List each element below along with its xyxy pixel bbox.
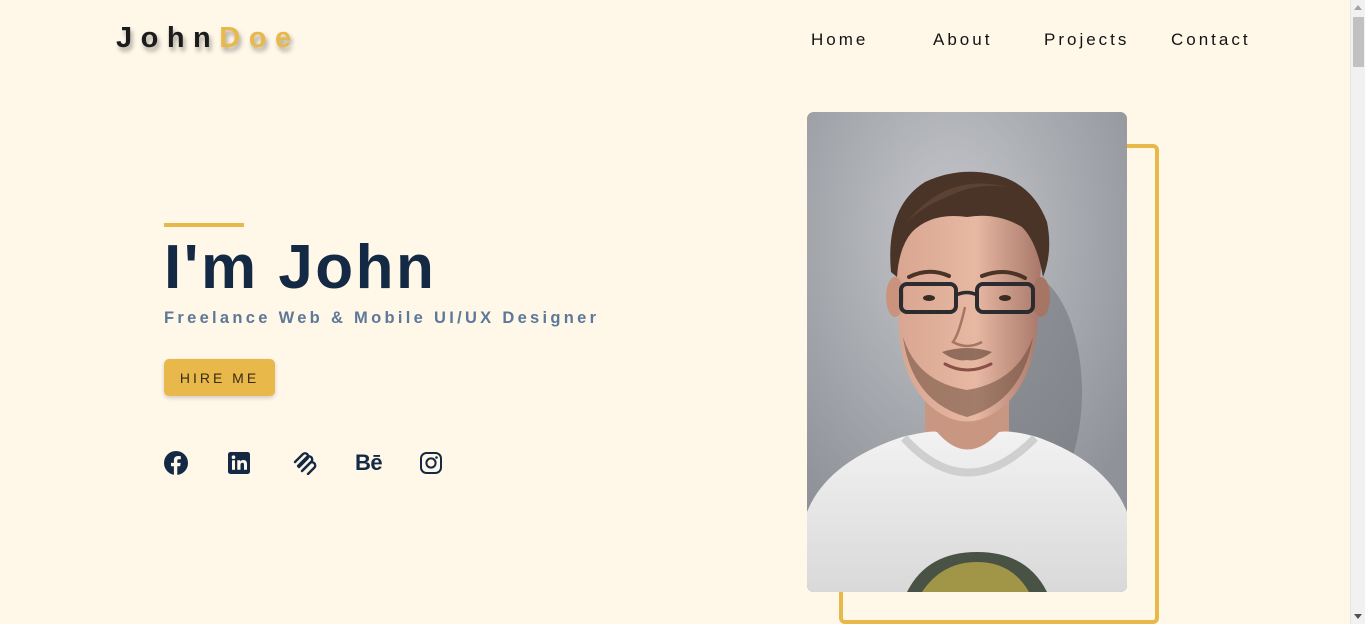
main-nav: Home About Projects Contact: [0, 30, 1350, 52]
hire-me-button[interactable]: HIRE ME: [164, 359, 275, 396]
social-links: Bē: [164, 450, 454, 476]
scroll-thumb[interactable]: [1353, 17, 1364, 67]
nav-home[interactable]: Home: [811, 30, 868, 50]
hero-title: I'm John: [164, 233, 437, 302]
scroll-down-arrow-icon[interactable]: [1354, 614, 1362, 619]
linkedin-link[interactable]: [228, 450, 250, 476]
hero-accent-bar: [164, 223, 244, 227]
behance-link[interactable]: Bē: [355, 450, 383, 476]
squarespace-icon: [293, 452, 317, 475]
nav-contact[interactable]: Contact: [1171, 30, 1251, 50]
facebook-link[interactable]: [164, 450, 188, 476]
facebook-icon: [164, 451, 188, 475]
profile-photo: [807, 112, 1127, 592]
nav-about[interactable]: About: [933, 30, 992, 50]
instagram-icon: [420, 452, 442, 474]
hero-subtitle: Freelance Web & Mobile UI/UX Designer: [164, 309, 600, 327]
behance-icon: Bē: [355, 450, 383, 475]
instagram-link[interactable]: [420, 450, 442, 476]
page-scrollbar[interactable]: [1350, 0, 1365, 624]
nav-projects[interactable]: Projects: [1044, 30, 1129, 50]
squarespace-link[interactable]: [292, 450, 318, 476]
linkedin-icon: [228, 452, 250, 474]
scroll-up-arrow-icon[interactable]: [1354, 5, 1362, 10]
